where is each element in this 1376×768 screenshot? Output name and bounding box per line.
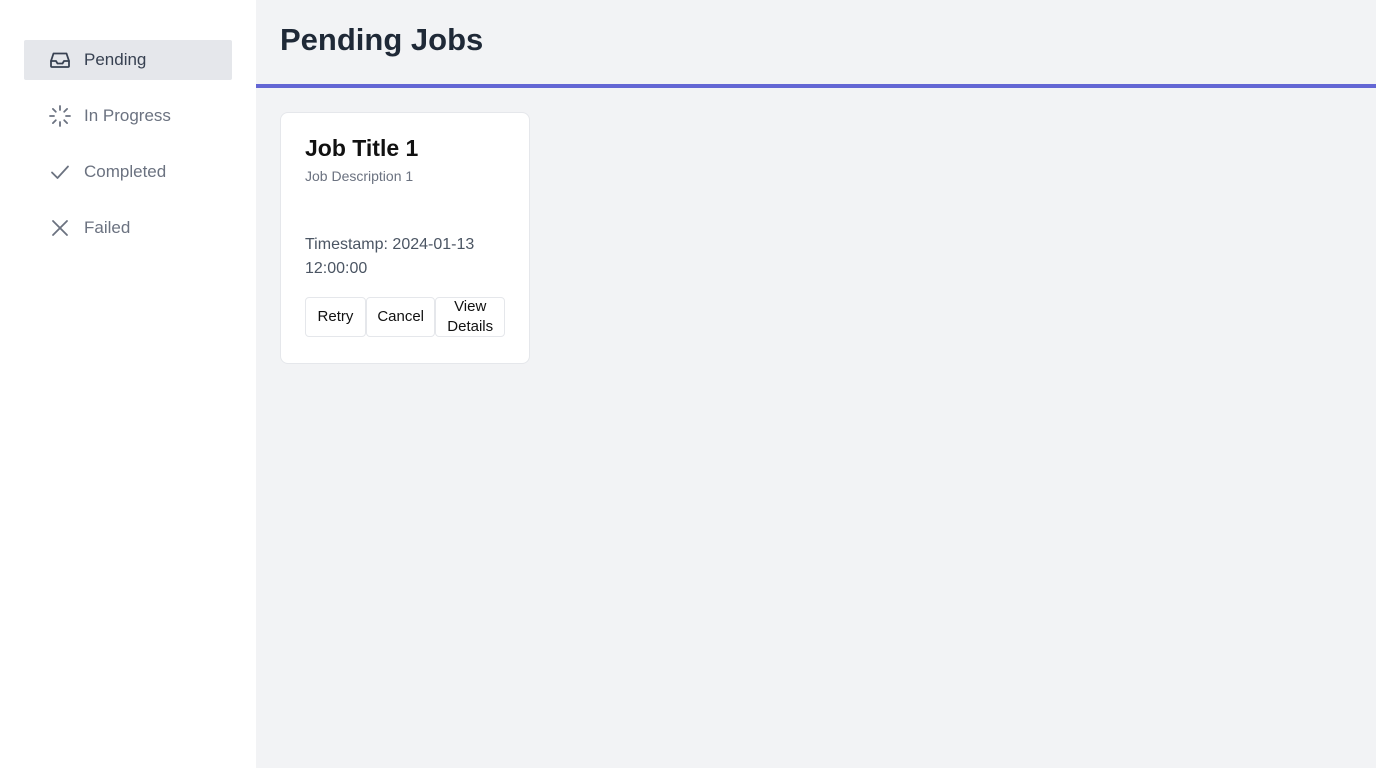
page-title: Pending Jobs [280,22,484,57]
job-card: Job Title 1 Job Description 1 Timestamp:… [280,112,530,364]
view-details-button[interactable]: View Details [435,297,505,337]
sidebar-item-pending[interactable]: Pending [24,40,232,80]
job-actions: Retry Cancel View Details [305,297,505,337]
sidebar-item-label: In Progress [84,106,171,125]
sidebar-item-completed[interactable]: Completed [24,152,232,192]
job-description: Job Description 1 [305,168,414,184]
job-title: Job Title 1 [305,135,419,161]
app-root: Pending In Progress Completed Failed Pen… [0,0,1376,768]
sidebar-item-label: Pending [84,50,147,69]
spinner-icon [48,104,72,128]
main-content: Pending Jobs Job Title 1 Job Description… [256,0,1376,768]
check-icon [48,160,72,184]
inbox-icon [48,48,72,72]
page-header: Pending Jobs [256,0,1376,88]
job-list: Job Title 1 Job Description 1 Timestamp:… [256,88,1376,388]
job-timestamp: Timestamp: 2024-01-13 12:00:00 [305,236,475,277]
retry-button[interactable]: Retry [305,297,366,337]
sidebar-item-in-progress[interactable]: In Progress [24,96,232,136]
cancel-button[interactable]: Cancel [365,297,436,337]
sidebar-item-label: Completed [84,162,167,181]
sidebar: Pending In Progress Completed Failed [0,0,256,768]
sidebar-item-failed[interactable]: Failed [24,208,232,248]
x-icon [48,216,72,240]
sidebar-item-label: Failed [84,218,131,237]
